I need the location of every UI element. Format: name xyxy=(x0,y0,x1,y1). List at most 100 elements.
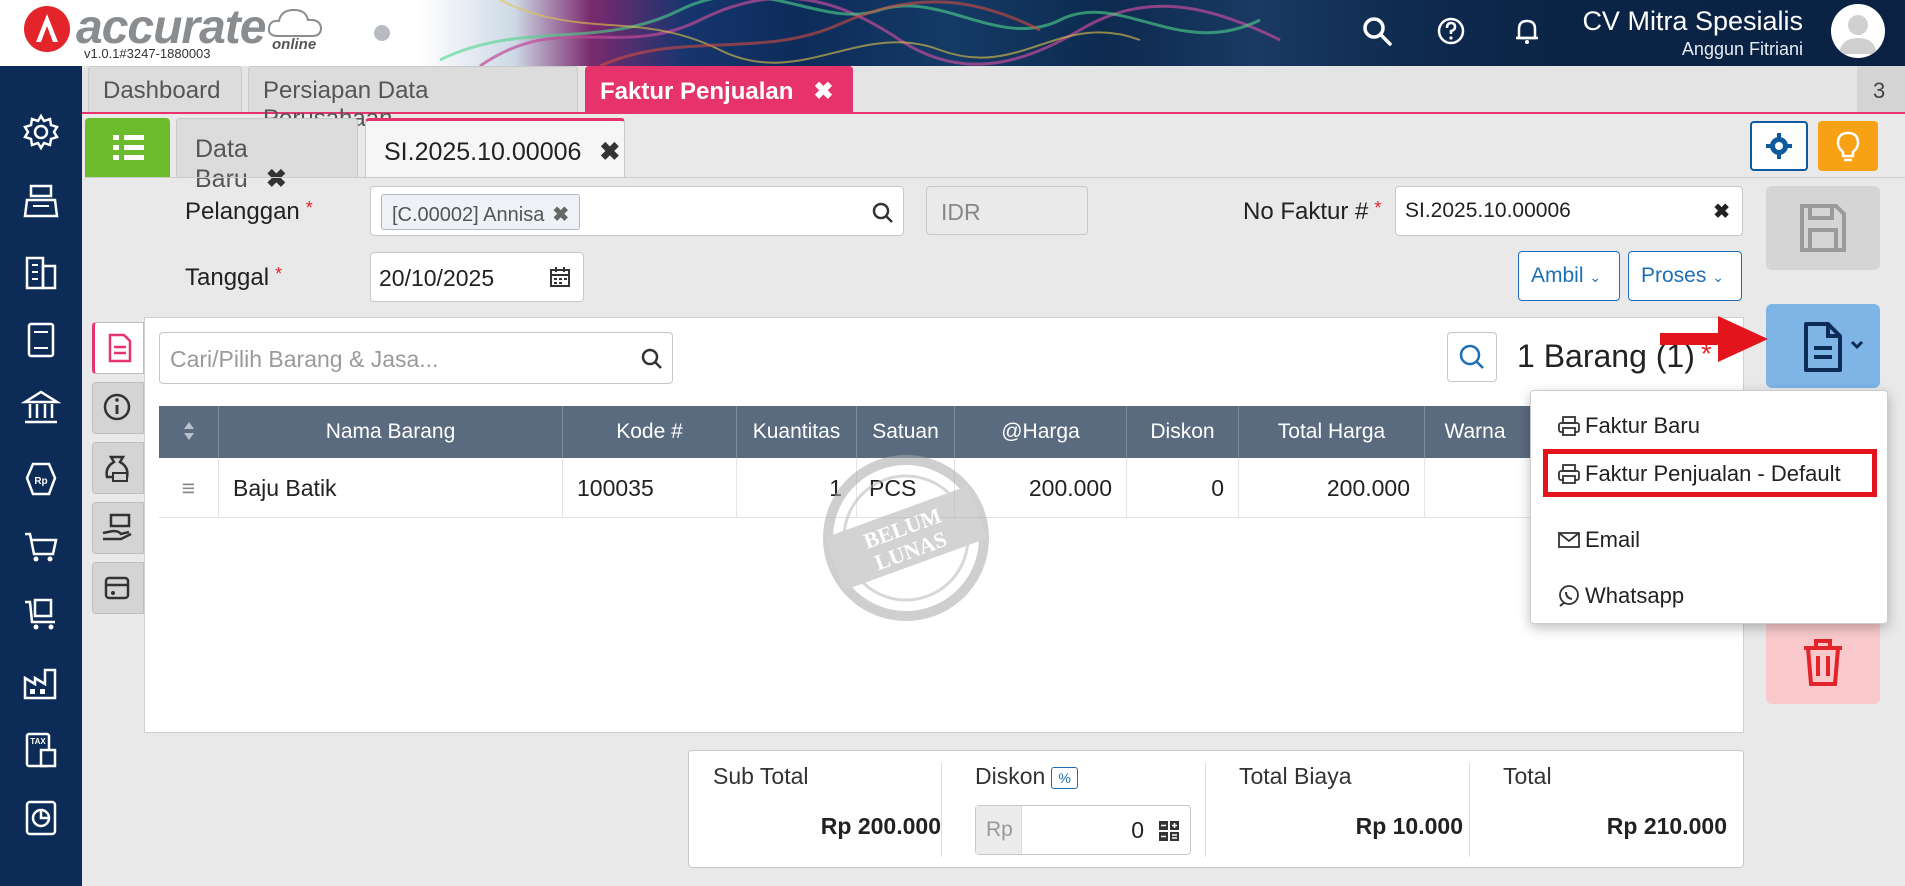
tab-cost[interactable] xyxy=(92,442,144,494)
col-diskon[interactable]: Diskon xyxy=(1127,406,1239,458)
calculator-icon[interactable] xyxy=(1158,820,1180,842)
menu-item-whatsapp[interactable]: Whatsapp xyxy=(1543,571,1877,619)
proses-button[interactable]: Proses ⌄ xyxy=(1628,251,1742,301)
customer-chip[interactable]: [C.00002] Annisa ✖ xyxy=(381,194,581,230)
tab-items[interactable] xyxy=(92,322,144,374)
help-icon[interactable] xyxy=(1434,14,1468,48)
cell-kode: 100035 xyxy=(563,458,737,518)
tab-payment[interactable] xyxy=(92,502,144,554)
invoice-no-field[interactable]: SI.2025.10.00006 ✖ xyxy=(1395,186,1743,236)
print-button[interactable] xyxy=(1766,304,1880,388)
search-icon[interactable] xyxy=(871,201,895,225)
user-name: Anggun Fitriani xyxy=(1681,39,1803,59)
avatar[interactable] xyxy=(1831,4,1885,58)
close-icon[interactable]: ✖ xyxy=(599,138,620,166)
menu-item-label: Whatsapp xyxy=(1585,583,1685,608)
sort-icon xyxy=(183,422,194,440)
ambil-button[interactable]: Ambil ⌄ xyxy=(1518,251,1620,301)
date-value: 20/10/2025 xyxy=(379,265,495,291)
top-tab-bar: Dashboard Persiapan Data Perusahaan Fakt… xyxy=(82,66,1905,132)
biaya-label: Total Biaya xyxy=(1239,763,1352,789)
calendar-icon[interactable] xyxy=(549,266,571,288)
percent-toggle[interactable]: % xyxy=(1051,766,1078,789)
search-icon[interactable] xyxy=(640,347,664,371)
tab-count[interactable]: 3 xyxy=(1857,66,1905,112)
remove-icon[interactable]: ✖ xyxy=(552,204,569,226)
search-placeholder: Cari/Pilih Barang & Jasa... xyxy=(170,346,439,372)
search-icon xyxy=(1459,344,1484,369)
col-kode[interactable]: Kode # xyxy=(563,406,737,458)
item-search-input[interactable]: Cari/Pilih Barang & Jasa... xyxy=(159,332,673,384)
bank-icon[interactable] xyxy=(21,388,61,428)
svg-text:TAX: TAX xyxy=(30,737,46,746)
report-icon[interactable] xyxy=(21,798,61,838)
tab-invoice[interactable]: SI.2025.10.00006 ✖ xyxy=(365,118,625,178)
close-icon[interactable]: ✖ xyxy=(266,165,287,193)
company-info[interactable]: CV Mitra Spesialis Anggun Fitriani xyxy=(1582,6,1803,60)
company-name: CV Mitra Spesialis xyxy=(1582,6,1803,36)
customer-label: Pelanggan * xyxy=(185,198,313,225)
tips-button[interactable] xyxy=(1818,121,1878,171)
col-warna[interactable]: Warna xyxy=(1425,406,1525,458)
col-nama-barang[interactable]: Nama Barang xyxy=(219,406,563,458)
bell-icon[interactable] xyxy=(1510,14,1544,48)
close-icon[interactable]: ✖ xyxy=(813,78,833,105)
mail-icon xyxy=(1558,532,1580,548)
tab-info[interactable] xyxy=(92,382,144,434)
clear-icon[interactable]: ✖ xyxy=(1713,199,1730,224)
money-bag-icon xyxy=(105,455,129,482)
logo-icon[interactable] xyxy=(24,6,70,52)
subtotal-value: Rp 200.000 xyxy=(820,813,941,839)
menu-item-faktur-default[interactable]: Faktur Penjualan - Default xyxy=(1543,449,1877,497)
divider xyxy=(85,177,1905,178)
menu-item-faktur-baru[interactable]: Faktur Baru xyxy=(1543,401,1877,449)
search-button[interactable] xyxy=(1447,332,1497,382)
search-icon[interactable] xyxy=(1360,14,1394,48)
tab-persiapan-data[interactable]: Persiapan Data Perusahaan xyxy=(248,66,578,132)
list-view-button[interactable] xyxy=(85,118,170,178)
invoice-no-label: No Faktur # * xyxy=(1243,198,1382,225)
drag-column[interactable] xyxy=(159,406,219,458)
price-tag-icon[interactable]: Rp xyxy=(21,458,61,498)
building-icon[interactable] xyxy=(21,252,61,292)
ledger-icon[interactable] xyxy=(21,320,61,360)
menu-item-label: Email xyxy=(1585,527,1641,552)
save-button[interactable] xyxy=(1766,186,1880,270)
tab-label: Dashboard xyxy=(103,77,221,104)
cell-total: 200.000 xyxy=(1239,458,1425,518)
tab-other[interactable] xyxy=(92,562,144,614)
menu-item-label: Faktur Baru xyxy=(1585,413,1700,438)
currency-field: IDR xyxy=(926,186,1088,235)
col-total-harga[interactable]: Total Harga xyxy=(1239,406,1425,458)
customer-field[interactable]: [C.00002] Annisa ✖ xyxy=(370,186,904,236)
tab-faktur-penjualan[interactable]: Faktur Penjualan ✖ xyxy=(585,66,853,112)
totals-panel: Sub Total Rp 200.000 Diskon% Rp 0 Total … xyxy=(688,750,1744,868)
discount-input[interactable]: Rp 0 xyxy=(975,805,1191,855)
document-list-icon xyxy=(108,333,132,363)
unpaid-stamp: BELUM LUNAS xyxy=(786,418,1026,658)
printer-icon xyxy=(1558,464,1580,484)
trash-icon xyxy=(1804,639,1842,686)
cashier-icon[interactable] xyxy=(21,182,61,222)
total-label: Total xyxy=(1503,763,1552,789)
whatsapp-icon xyxy=(1559,585,1579,607)
drag-handle-icon[interactable]: ≡ xyxy=(159,458,219,518)
tab-label: Faktur Penjualan xyxy=(600,78,794,105)
delete-button[interactable] xyxy=(1766,620,1880,704)
settings-icon[interactable] xyxy=(21,112,61,152)
tax-icon[interactable]: TAX xyxy=(21,730,61,770)
discount-label: Diskon% xyxy=(975,763,1195,790)
cart-icon[interactable] xyxy=(21,526,61,566)
customer-value: [C.00002] Annisa xyxy=(392,204,545,226)
date-field[interactable]: 20/10/2025 xyxy=(370,252,584,302)
divider xyxy=(1469,763,1470,857)
cloud-icon xyxy=(267,8,323,37)
invoice-no-value: SI.2025.10.00006 xyxy=(1405,199,1571,222)
total-section: Total Rp 210.000 xyxy=(1503,763,1739,857)
factory-icon[interactable] xyxy=(21,662,61,702)
menu-item-email[interactable]: Email xyxy=(1543,515,1877,563)
inventory-cart-icon[interactable] xyxy=(21,594,61,634)
tab-data-baru[interactable]: Data Baru ✖ xyxy=(176,118,358,193)
tab-dashboard[interactable]: Dashboard xyxy=(88,66,242,112)
settings-button[interactable] xyxy=(1750,121,1808,171)
